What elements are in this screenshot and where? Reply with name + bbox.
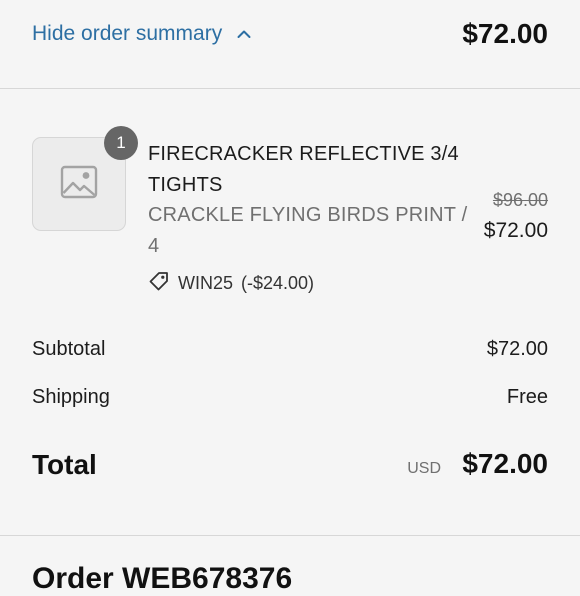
hide-order-summary-button[interactable]: Hide order summary (32, 22, 252, 46)
order-summary-toggle-bar: Hide order summary $72.00 (0, 0, 580, 88)
tag-icon (148, 270, 170, 297)
product-name: FIRECRACKER REFLECTIVE 3/4 TIGHTS (148, 143, 459, 196)
shipping-label: Shipping (32, 386, 110, 408)
order-heading: Order WEB678376 (32, 562, 293, 595)
current-price: $72.00 (483, 219, 548, 242)
chevron-up-icon (236, 26, 252, 42)
discount-amount: (-$24.00) (241, 273, 315, 293)
divider (0, 88, 580, 89)
shipping-value: Free (506, 386, 548, 408)
quantity-badge: 1 (104, 126, 138, 160)
total-label: Total (32, 449, 97, 480)
summary-total: $72.00 (462, 18, 548, 49)
total-currency: USD (407, 460, 441, 477)
discount-code: WIN25 (178, 273, 234, 293)
hide-order-summary-label: Hide order summary (32, 22, 223, 45)
divider (0, 535, 580, 536)
original-price: $96.00 (492, 190, 548, 210)
product-variant: CRACKLE FLYING BIRDS PRINT / 4 (148, 204, 468, 257)
subtotal-value: $72.00 (486, 338, 548, 360)
total-value: $72.00 (462, 448, 548, 479)
discount-row: WIN25 (-$24.00) (148, 270, 314, 297)
subtotal-label: Subtotal (32, 338, 106, 360)
image-placeholder-icon (59, 162, 99, 207)
